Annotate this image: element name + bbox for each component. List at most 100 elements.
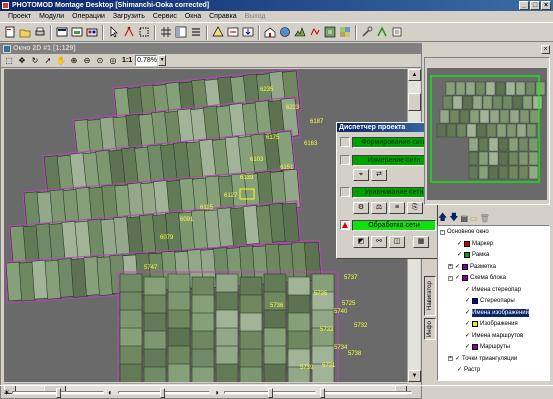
visibility-check-icon[interactable]: ✓ <box>465 309 470 317</box>
layer-item[interactable]: ✓ Маркер <box>448 240 493 248</box>
tools-icon[interactable] <box>360 25 374 39</box>
zoom-dropdown-icon[interactable]: ▼ <box>158 55 167 66</box>
import-icon[interactable] <box>226 25 240 39</box>
layer-color-swatch[interactable] <box>462 275 469 281</box>
collapse-icon[interactable]: - <box>448 275 453 281</box>
visibility-check-icon[interactable]: ✓ <box>457 240 462 248</box>
dem-icon[interactable] <box>293 25 307 39</box>
ortho-build-icon[interactable]: ◫ <box>389 236 405 248</box>
redraw-icon[interactable]: ↻ <box>29 55 41 67</box>
visibility-check-icon[interactable]: ✓ <box>465 286 470 294</box>
mosaic-icon[interactable] <box>338 25 352 39</box>
layer-item[interactable]: ✓ Маршруты <box>456 343 510 351</box>
stereo-window-icon[interactable] <box>85 25 99 39</box>
dem-build-icon[interactable]: ◩ <box>353 236 369 248</box>
brightness-slider-thumb[interactable] <box>56 388 61 398</box>
visibility-check-icon[interactable]: ✓ <box>455 263 460 271</box>
expand-icon[interactable]: + <box>448 264 453 269</box>
scheme-window-icon[interactable] <box>70 25 84 39</box>
visibility-check-icon[interactable]: ✓ <box>465 320 470 328</box>
expand-icon[interactable]: + <box>448 356 453 361</box>
menu-project[interactable]: Проект <box>4 11 35 22</box>
layer-item[interactable]: ✓ Растр <box>448 366 480 374</box>
layer-color-swatch[interactable] <box>472 298 479 304</box>
vector-icon[interactable] <box>308 25 322 39</box>
zoom-out-icon[interactable]: ⊖ <box>81 55 93 67</box>
list-icon[interactable] <box>189 25 203 39</box>
measure-points-icon[interactable]: ⌖ <box>353 169 369 181</box>
menu-help[interactable]: Справка <box>205 11 240 22</box>
layer-delete-icon[interactable]: 🗑 <box>480 214 490 223</box>
layer-color-swatch[interactable] <box>472 321 479 327</box>
arrow-icon[interactable]: ➚ <box>42 55 54 67</box>
grid-icon[interactable] <box>159 25 173 39</box>
layer-item[interactable]: ✓ Имена стереопар <box>456 286 521 294</box>
visibility-check-icon[interactable]: ✓ <box>455 355 460 363</box>
export-icon[interactable] <box>241 25 255 39</box>
scroll-down-icon[interactable]: ▼ <box>408 370 421 382</box>
layer-item[interactable]: ✓ Стереопары <box>456 297 515 305</box>
layer-item[interactable]: ✓ Рамка <box>448 251 489 259</box>
visibility-check-icon[interactable]: ✓ <box>457 251 462 259</box>
layer-color-swatch[interactable] <box>464 252 471 258</box>
menu-service[interactable]: Сервис <box>149 11 181 22</box>
visibility-check-icon[interactable]: ✓ <box>455 274 460 282</box>
layer-new-icon[interactable]: ▭ <box>470 214 478 223</box>
layer-item[interactable]: - ✓ Схема блока <box>448 274 506 282</box>
layer-color-swatch[interactable] <box>464 240 471 247</box>
new-project-icon[interactable] <box>3 25 17 39</box>
dispatcher-title-bar[interactable]: Диспетчер проекта × <box>337 123 437 132</box>
node-tool-icon[interactable] <box>122 25 136 39</box>
tab-navigator[interactable]: Навигатор <box>424 276 436 316</box>
layer-item[interactable]: + ✓ Разметка <box>448 263 496 271</box>
visibility-check-icon[interactable]: ✓ <box>465 343 470 351</box>
adjust-settings-icon[interactable]: ⚙ <box>353 202 369 214</box>
select-icon[interactable]: ⬚ <box>3 55 15 67</box>
layer-down-icon[interactable]: 🡇 <box>449 210 458 226</box>
house-icon[interactable] <box>263 25 277 39</box>
layer-item[interactable]: ✓ Изображения <box>456 320 518 328</box>
adjust-report-icon[interactable]: ≡ <box>389 202 405 214</box>
settings-icon[interactable] <box>390 25 404 39</box>
gamma-slider-thumb[interactable] <box>268 388 273 398</box>
fit-tool-icon[interactable] <box>137 25 151 39</box>
adjust-export-icon[interactable]: ⎘ <box>407 202 423 214</box>
layout-icon[interactable] <box>174 25 188 39</box>
pointer-tool-icon[interactable] <box>107 25 121 39</box>
measure-ties-icon[interactable]: ⇄ <box>371 169 387 181</box>
layer-item[interactable]: + ✓ Точки триангуляции <box>448 355 517 363</box>
zoom-one-to-one[interactable]: 1:1 <box>122 57 132 64</box>
layer-item[interactable]: ✓ Имена изображений <box>456 308 529 317</box>
layer-properties-icon[interactable]: ▤ <box>461 214 469 223</box>
vector-build-icon[interactable]: ⚯ <box>371 236 387 248</box>
layer-color-swatch[interactable] <box>462 263 469 270</box>
layer-item[interactable]: ✓ Имена маршрутов <box>456 332 523 340</box>
opacity-slider[interactable] <box>320 391 412 394</box>
zoom-window-icon[interactable]: ⊙ <box>94 55 106 67</box>
adjust-run-icon[interactable]: ⚖ <box>371 202 387 214</box>
menu-modules[interactable]: Модули <box>35 11 68 22</box>
ortho-icon[interactable] <box>323 25 337 39</box>
help-icon[interactable] <box>375 25 389 39</box>
layer-color-swatch[interactable] <box>472 344 479 350</box>
menu-windows[interactable]: Окна <box>181 11 205 22</box>
scroll-up-icon[interactable]: ▲ <box>408 69 421 81</box>
hand-icon[interactable]: ✋ <box>55 55 67 67</box>
menu-load[interactable]: Загрузить <box>109 11 149 22</box>
close-button[interactable]: × <box>541 1 551 10</box>
visibility-check-icon[interactable]: ✓ <box>465 332 470 340</box>
zoom-all-icon[interactable]: ◎ <box>107 55 119 67</box>
menu-operations[interactable]: Операции <box>68 11 109 22</box>
maximize-button[interactable]: □ <box>530 1 540 10</box>
layer-item[interactable]: - Основное окно <box>440 228 489 236</box>
vertical-scroll-thumb[interactable] <box>408 93 421 111</box>
visibility-check-icon[interactable]: ✓ <box>465 297 470 305</box>
image-window-icon[interactable] <box>55 25 69 39</box>
contrast-slider-thumb[interactable] <box>160 388 165 398</box>
opacity-slider-thumb[interactable] <box>320 388 325 398</box>
open-project-icon[interactable] <box>18 25 32 39</box>
print-icon[interactable] <box>33 25 47 39</box>
overview-close-icon[interactable]: × <box>541 45 550 54</box>
globe-icon[interactable] <box>278 25 292 39</box>
minimize-button[interactable]: _ <box>519 1 529 10</box>
